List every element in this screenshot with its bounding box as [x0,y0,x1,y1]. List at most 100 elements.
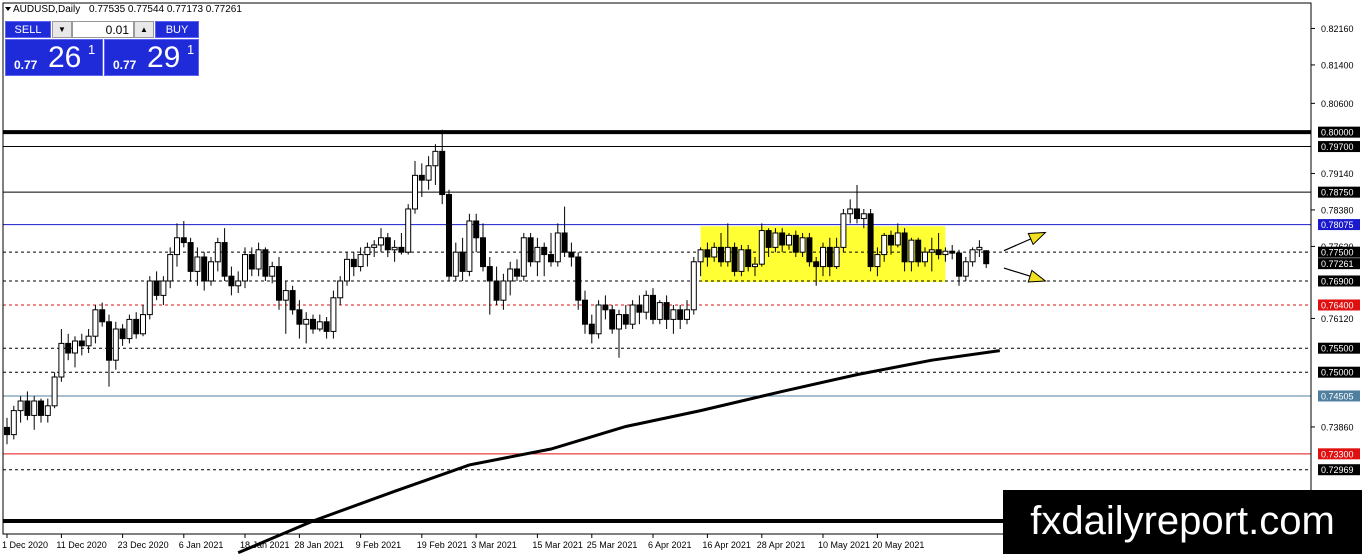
bearish-candle-body [663,302,670,320]
candle [514,259,520,281]
candle [344,252,350,286]
bearish-candle-body [459,251,466,272]
bearish-candle-body [296,309,303,325]
candle [439,129,446,205]
bearish-candle-body [609,309,616,330]
candle [214,237,221,272]
candle [480,223,486,272]
x-tick-label: 19 Feb 2021 [417,540,468,550]
x-tick-label: 6 Apr 2021 [648,540,692,550]
candle [99,302,106,327]
chart-canvas[interactable]: 0.82160 0.81400 0.80600 0.79140 0.78380 0.77 6… [0,0,1362,554]
bullish-candle-body [697,249,704,263]
candle [65,333,72,361]
lot-decrease-button[interactable]: ▼ [52,21,72,38]
bearish-candle-body [915,239,922,263]
bullish-candle-body [432,150,439,167]
x-tick-label: 28 Jan 2021 [294,540,344,550]
bearish-candle-body [276,266,282,301]
y-tick-label: 0.82160 [1321,24,1354,34]
bullish-candle-body [255,249,262,270]
bearish-candle-body [731,246,738,272]
bearish-candle-body [901,232,908,263]
candle [194,247,201,286]
bullish-candle-body [412,174,418,210]
bullish-candle-body [643,294,650,313]
bullish-candle-body [51,376,58,407]
sell-button[interactable]: SELL [5,21,51,38]
candle [629,300,636,329]
lot-increase-button[interactable]: ▲ [134,21,154,38]
bullish-candle-body [303,318,310,325]
level-tag-label: 0.79700 [1321,142,1354,152]
bullish-candle-body [629,304,636,325]
candle [221,228,228,281]
candle [738,244,745,277]
x-tick-label: 25 Mar 2021 [587,540,638,550]
bullish-candle-body [860,213,867,220]
bullish-candle-body [167,254,174,282]
candle [174,223,180,267]
candle [228,266,235,296]
candle [609,304,616,334]
bullish-candle-body [160,280,167,296]
candle [731,242,738,277]
bearish-candle-body [38,400,44,416]
bearish-candle-body [745,249,752,268]
bullish-candle-body [969,249,976,263]
candle [153,271,160,301]
arrows-layer [1003,231,1047,283]
buy-price-prefix: 0.77 [113,58,137,72]
lot-size-input[interactable] [72,21,134,38]
bearish-candle-body [4,426,10,436]
bearish-candle-body [486,266,493,282]
bearish-candle-body [935,249,942,256]
bearish-candle-body [24,400,31,416]
buy-button[interactable]: BUY [155,21,199,38]
bullish-candle-body [391,246,398,251]
candle [167,247,174,289]
price-chart[interactable]: 0.82160 0.81400 0.80600 0.79140 0.78380 0.77 6… [0,0,1362,554]
bullish-candle-body [452,251,459,277]
bearish-candle-body [248,254,255,270]
candle [588,314,595,344]
bearish-candle-body [228,275,235,287]
buy-price-box[interactable]: 0.77 29 1 [104,39,199,76]
bearish-candle-body [568,251,575,258]
bullish-candle-body [357,254,364,268]
candle [391,240,398,262]
triangle-down-icon[interactable] [5,7,11,11]
candle [296,300,303,339]
bearish-candle-body [949,250,956,254]
bullish-candle-body [894,232,901,246]
candle [847,199,854,224]
x-tick-label: 1 Dec 2020 [2,540,48,550]
candle [670,304,677,334]
candle [72,336,78,368]
level-tag-label: 0.77261 [1321,259,1354,269]
bearish-candle-body [446,194,452,277]
candle [85,328,92,353]
bearish-candle-body [289,290,296,311]
one-click-trading-panel: SELL ▼ ▲ BUY 0.77 26 1 0.77 29 1 [5,21,199,76]
bearish-candle-body [575,256,582,301]
bearish-candle-body [888,234,894,246]
candle [378,228,384,253]
candle [956,249,962,286]
bearish-candle-body [480,237,486,268]
buy-price-big: 29 [147,41,181,74]
sell-price-box[interactable]: 0.77 26 1 [5,39,103,76]
bullish-candle-body [344,258,350,282]
candle [92,304,99,344]
candle [208,256,214,286]
bullish-candle-body [507,268,514,282]
candles-layer [4,129,990,445]
candle [337,276,344,305]
bullish-candle-body [752,263,758,268]
y-tick-label: 0.76120 [1321,314,1354,324]
candle [493,266,500,305]
level-tag-label: 0.78750 [1321,188,1354,198]
bearish-candle-body [677,309,684,320]
candle [616,309,622,358]
bullish-candle-body [466,220,473,272]
